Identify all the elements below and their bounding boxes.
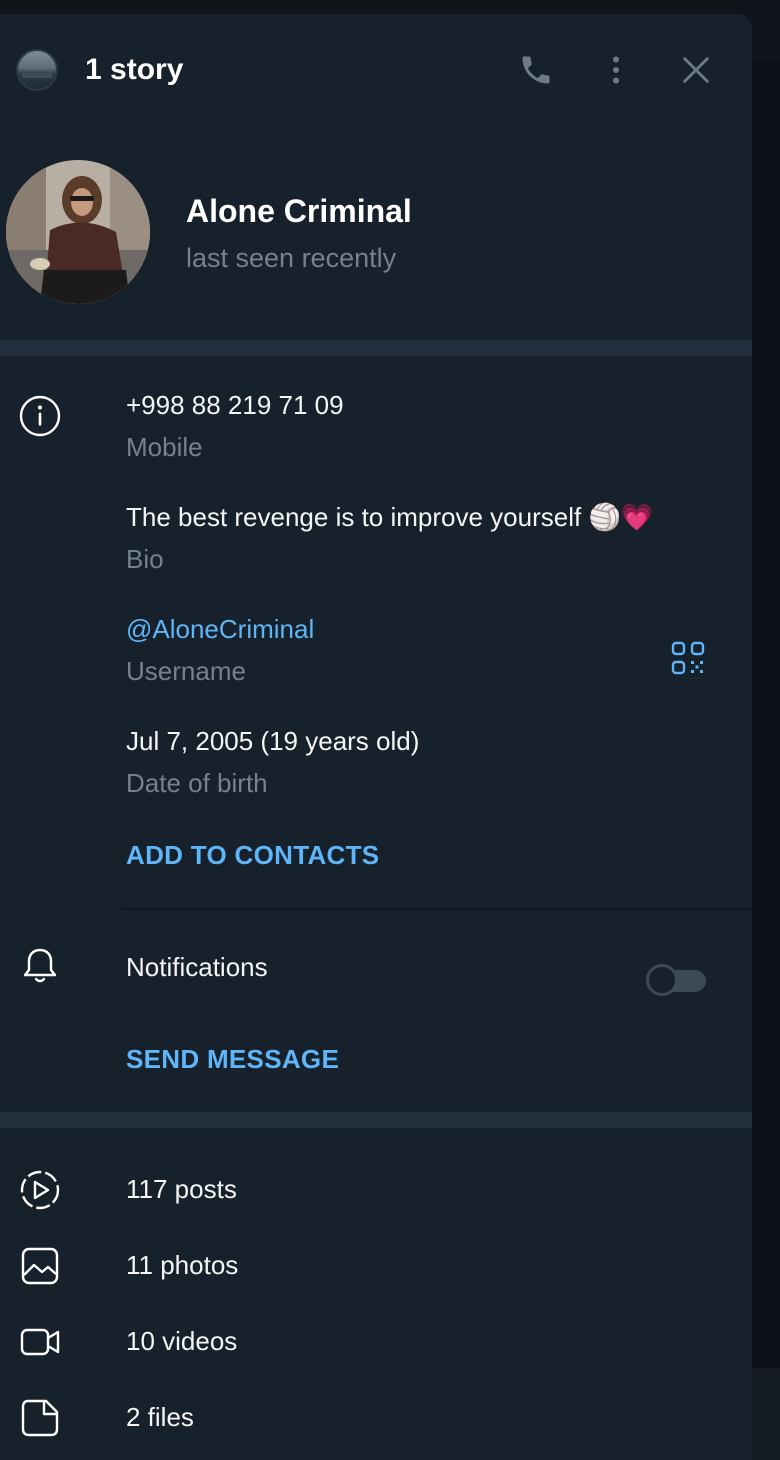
row-divider	[122, 908, 752, 910]
section-divider	[0, 340, 752, 356]
qr-code-button[interactable]	[664, 634, 712, 682]
story-count-label[interactable]: 1 story	[85, 50, 183, 90]
chat-backdrop	[752, 60, 780, 1368]
posts-play-icon	[20, 1170, 60, 1210]
video-icon	[20, 1328, 60, 1356]
media-row-videos[interactable]: 10 videos	[0, 1310, 752, 1376]
qr-code-icon	[671, 641, 705, 675]
section-divider	[0, 1112, 752, 1128]
send-message-button[interactable]: SEND MESSAGE	[126, 1042, 339, 1076]
file-icon	[21, 1399, 59, 1437]
window-top-strip	[0, 0, 780, 14]
bio-text[interactable]: The best revenge is to improve yourself …	[126, 500, 653, 534]
media-label: 10 videos	[126, 1326, 238, 1356]
username-link[interactable]: @AloneCriminal	[126, 612, 314, 646]
media-row-posts[interactable]: 117 posts	[0, 1158, 752, 1224]
media-label: 2 files	[126, 1402, 194, 1432]
info-icon	[19, 395, 61, 437]
notifications-toggle[interactable]	[644, 962, 706, 998]
add-to-contacts-button[interactable]: ADD TO CONTACTS	[126, 838, 379, 872]
bio-label: Bio	[126, 544, 164, 574]
photo-icon	[21, 1247, 59, 1285]
birthday-value[interactable]: Jul 7, 2005 (19 years old)	[126, 724, 419, 758]
user-info-panel: 1 story Alone Criminal last seen recentl…	[0, 14, 752, 1460]
profile-photo	[6, 160, 150, 304]
phone-number[interactable]: +998 88 219 71 09	[126, 388, 344, 422]
phone-label: Mobile	[126, 432, 203, 462]
profile-name: Alone Criminal	[186, 193, 412, 229]
story-avatar[interactable]	[16, 49, 58, 91]
backdrop-top	[752, 0, 780, 60]
username-label: Username	[126, 656, 246, 686]
toggle-knob	[646, 964, 678, 996]
panel-header: 1 story	[0, 14, 752, 126]
call-button[interactable]	[510, 44, 562, 96]
media-label: 11 photos	[126, 1250, 239, 1280]
profile-section: Alone Criminal last seen recently	[0, 126, 752, 340]
notifications-label: Notifications	[126, 952, 268, 982]
media-row-photos[interactable]: 11 photos	[0, 1234, 752, 1300]
bell-icon	[23, 948, 57, 983]
profile-status: last seen recently	[186, 243, 397, 273]
media-row-files[interactable]: 2 files	[0, 1386, 752, 1452]
close-icon	[683, 57, 709, 83]
close-button[interactable]	[670, 44, 722, 96]
more-button[interactable]	[590, 44, 642, 96]
birthday-label: Date of birth	[126, 768, 268, 798]
media-label: 117 posts	[126, 1174, 237, 1204]
phone-icon	[522, 56, 550, 84]
chat-backdrop-bottom	[752, 1368, 780, 1460]
profile-avatar[interactable]	[6, 160, 150, 304]
more-vertical-icon	[613, 56, 619, 84]
